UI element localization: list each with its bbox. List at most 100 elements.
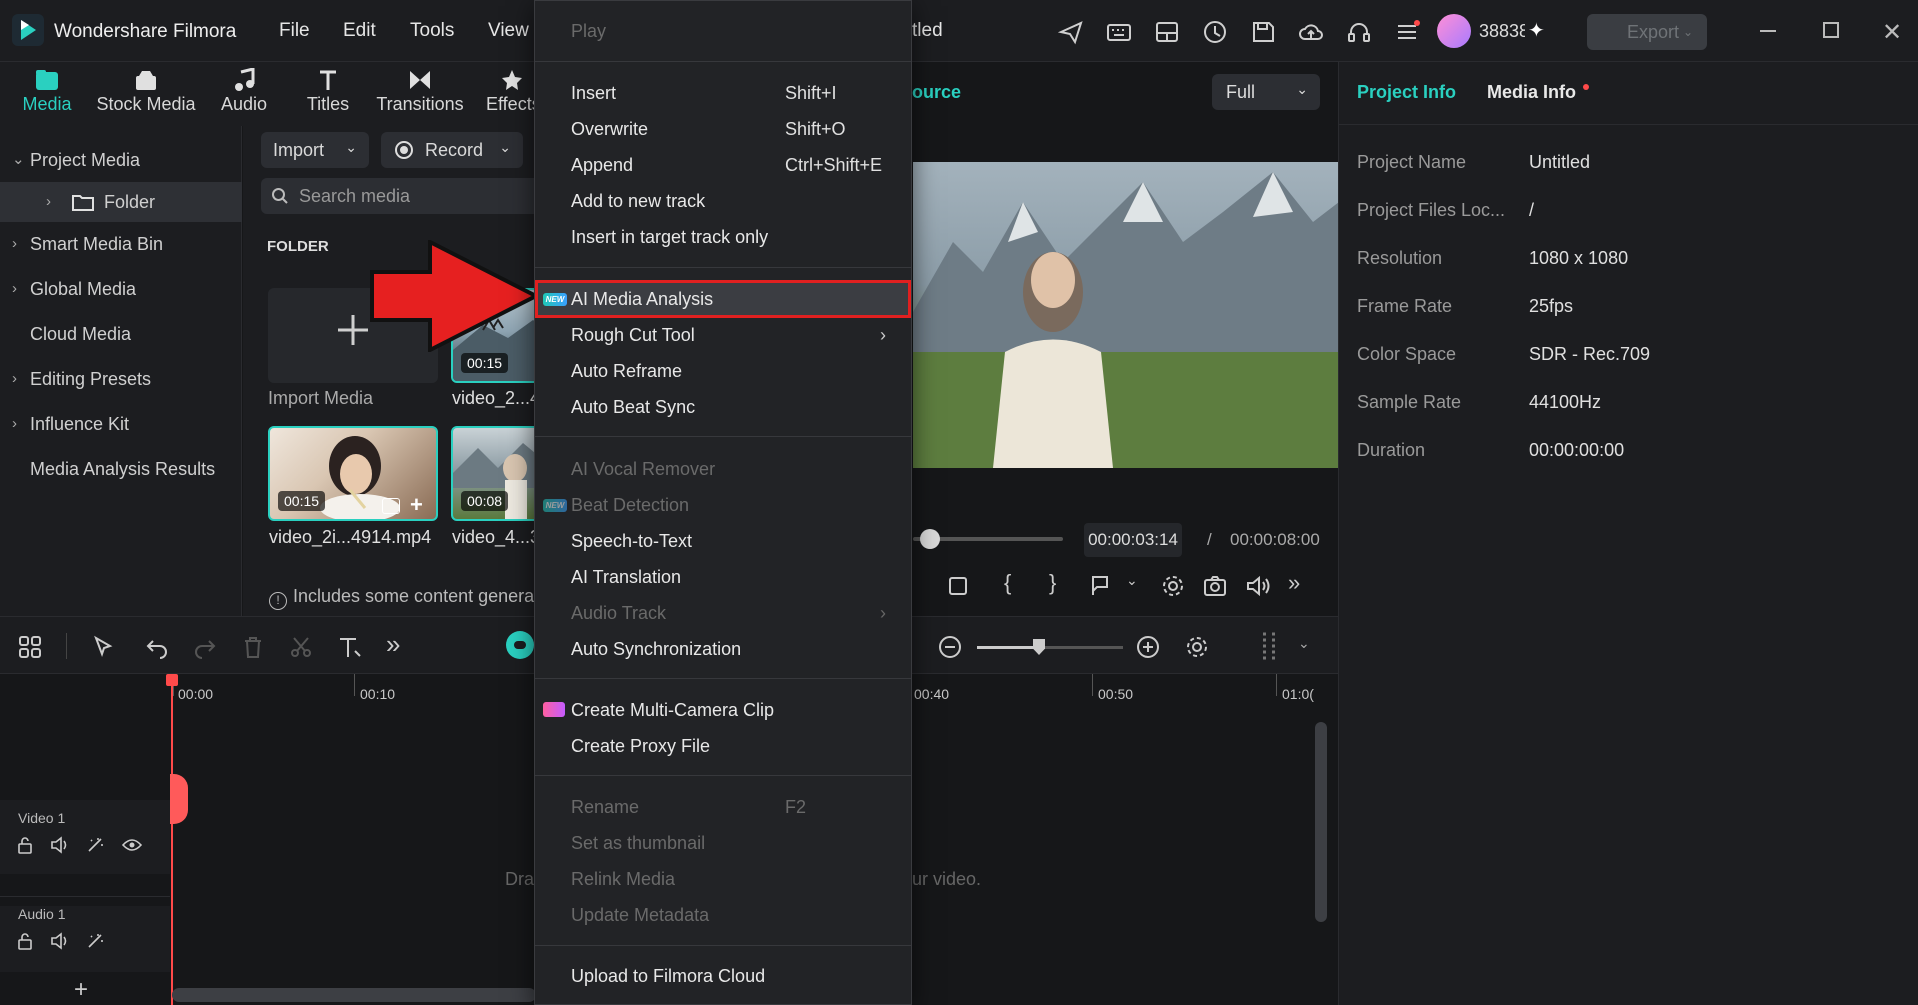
menu-item-ai-translation[interactable]: AI Translation: [535, 559, 911, 595]
tab-effects[interactable]: Effects: [482, 66, 542, 122]
stop-icon[interactable]: [949, 577, 967, 595]
tab-media-info[interactable]: Media Info: [1487, 82, 1576, 103]
menu-item-append[interactable]: Append Ctrl+Shift+E: [535, 147, 911, 183]
delete-trash-icon[interactable]: [241, 635, 265, 659]
video-preview[interactable]: [913, 162, 1339, 468]
redo-icon[interactable]: [193, 635, 217, 659]
cloud-upload-icon[interactable]: [1297, 18, 1325, 46]
menu-item-rough-cut-tool[interactable]: Rough Cut Tool ›: [535, 317, 911, 353]
menu-item-create-multi-camera-clip[interactable]: Create Multi-Camera Clip: [535, 692, 911, 728]
sidebar-item-influence-kit[interactable]: › Influence Kit: [0, 404, 242, 444]
search-input[interactable]: Search media: [261, 178, 551, 214]
menu-file[interactable]: File: [279, 20, 310, 42]
scissors-icon[interactable]: [289, 635, 313, 659]
scrubber-handle[interactable]: [920, 529, 940, 549]
mark-out-icon[interactable]: }: [1049, 570, 1056, 596]
menu-view[interactable]: View: [488, 20, 529, 42]
menu-item-speech-to-text[interactable]: Speech-to-Text: [535, 523, 911, 559]
zoom-in-icon[interactable]: [1136, 635, 1160, 659]
close-icon[interactable]: ✕: [1882, 18, 1902, 47]
sidebar-item-project-media[interactable]: ⌄ Project Media: [0, 140, 242, 180]
media-thumbnail[interactable]: 00:15 +: [268, 426, 438, 521]
quality-dropdown[interactable]: Full ⌄: [1212, 74, 1320, 110]
export-button[interactable]: Export ⌄: [1587, 14, 1707, 50]
zoom-slider-handle[interactable]: [1033, 639, 1045, 655]
add-track-icon[interactable]: +: [74, 976, 88, 1004]
menu-item-create-proxy-file[interactable]: Create Proxy File: [535, 728, 911, 764]
mark-in-icon[interactable]: {: [1004, 570, 1011, 596]
layout-grid-icon[interactable]: [18, 635, 42, 659]
send-icon[interactable]: [1057, 18, 1085, 46]
keyboard-icon[interactable]: [1105, 18, 1133, 46]
menu-item-overwrite[interactable]: Overwrite Shift+O: [535, 111, 911, 147]
menu-list-icon[interactable]: [1393, 18, 1421, 46]
zoom-out-icon[interactable]: [938, 635, 962, 659]
marker-icon[interactable]: [1090, 575, 1110, 597]
tab-project-info[interactable]: Project Info: [1357, 82, 1456, 103]
track-audio-icon[interactable]: [50, 836, 70, 854]
menu-item-auto-reframe[interactable]: Auto Reframe: [535, 353, 911, 389]
save-icon[interactable]: [1249, 18, 1277, 46]
headset-icon[interactable]: [1345, 18, 1373, 46]
import-dropdown[interactable]: Import ⌄: [261, 132, 369, 168]
tab-media[interactable]: Media: [14, 66, 80, 122]
menu-item-play[interactable]: Play: [535, 13, 911, 49]
sidebar-item-smart-media-bin[interactable]: › Smart Media Bin: [0, 224, 242, 264]
timeline-settings-icon[interactable]: [1185, 635, 1209, 659]
vertical-scrollbar[interactable]: [1315, 722, 1327, 922]
add-to-timeline-icon[interactable]: +: [410, 492, 423, 518]
menu-item-add-to-new-track[interactable]: Add to new track: [535, 183, 911, 219]
layout-icon[interactable]: [1153, 18, 1181, 46]
menu-item-insert-target-track[interactable]: Insert in target track only: [535, 219, 911, 255]
tab-stock-media[interactable]: Stock Media: [94, 66, 198, 122]
restore-icon[interactable]: [1823, 22, 1839, 38]
more-tools-icon[interactable]: »: [386, 629, 400, 660]
menu-item-upload-to-filmora-cloud[interactable]: Upload to Filmora Cloud: [535, 958, 911, 994]
lock-icon[interactable]: [16, 932, 34, 950]
undo-icon[interactable]: [145, 635, 169, 659]
sidebar-item-global-media[interactable]: › Global Media: [0, 269, 242, 309]
source-tab[interactable]: ource: [912, 82, 961, 103]
menu-item-ai-media-analysis[interactable]: NEW AI Media Analysis: [535, 280, 911, 318]
tab-transitions[interactable]: Transitions: [374, 66, 466, 122]
volume-icon[interactable]: [1245, 575, 1271, 597]
lock-icon[interactable]: [16, 836, 34, 854]
menu-item-auto-synchronization[interactable]: Auto Synchronization: [535, 631, 911, 667]
menu-item-insert[interactable]: Insert Shift+I: [535, 75, 911, 111]
menu-tools[interactable]: Tools: [410, 20, 454, 42]
minimize-icon[interactable]: [1760, 30, 1776, 32]
chevron-down-icon[interactable]: ⌄: [1298, 635, 1310, 652]
avatar[interactable]: [1437, 14, 1471, 48]
ai-copilot-icon[interactable]: [506, 631, 534, 659]
track-effects-icon[interactable]: [86, 836, 106, 854]
menu-item-rename[interactable]: Rename F2: [535, 789, 911, 825]
more-chevrons-icon[interactable]: »: [1288, 570, 1300, 596]
sidebar-item-editing-presets[interactable]: › Editing Presets: [0, 359, 242, 399]
horizontal-scrollbar[interactable]: [172, 988, 536, 1002]
record-dropdown[interactable]: Record ⌄: [381, 132, 523, 168]
settings-gear-icon[interactable]: [1161, 574, 1185, 598]
menu-item-auto-beat-sync[interactable]: Auto Beat Sync: [535, 389, 911, 425]
playhead-clip-marker[interactable]: [170, 774, 188, 824]
menu-item-audio-track[interactable]: Audio Track ›: [535, 595, 911, 631]
chevron-down-icon[interactable]: ⌄: [1126, 572, 1138, 589]
snapshot-camera-icon[interactable]: [1203, 575, 1227, 597]
track-effects-icon[interactable]: [86, 932, 106, 950]
tab-audio[interactable]: Audio: [216, 66, 272, 122]
sidebar-item-media-analysis-results[interactable]: Media Analysis Results: [0, 449, 242, 489]
playhead[interactable]: [171, 674, 173, 1005]
playhead-handle[interactable]: [166, 674, 178, 686]
track-audio-icon[interactable]: [50, 932, 70, 950]
text-tool-icon[interactable]: [337, 635, 363, 659]
menu-item-ai-vocal-remover[interactable]: AI Vocal Remover: [535, 451, 911, 487]
sidebar-item-folder[interactable]: › Folder: [0, 182, 242, 222]
eye-icon[interactable]: [122, 838, 142, 852]
sidebar-item-cloud-media[interactable]: Cloud Media: [0, 314, 242, 354]
tab-titles[interactable]: Titles: [298, 66, 358, 122]
menu-item-relink-media[interactable]: Relink Media: [535, 861, 911, 897]
track-layout-icon[interactable]: [1259, 631, 1279, 661]
menu-edit[interactable]: Edit: [343, 20, 376, 42]
menu-item-beat-detection[interactable]: NEW Beat Detection: [535, 487, 911, 523]
menu-item-update-metadata[interactable]: Update Metadata: [535, 897, 911, 933]
select-cursor-icon[interactable]: [92, 635, 116, 659]
